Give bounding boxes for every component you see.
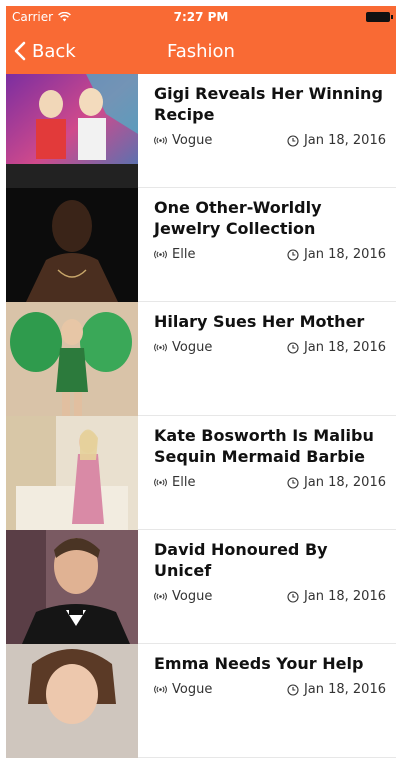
nav-bar: Back Fashion xyxy=(6,28,396,74)
article-source: Elle xyxy=(172,475,196,490)
article-row[interactable]: One Other-Worldly Jewelry Collection Ell… xyxy=(6,188,396,302)
broadcast-icon xyxy=(154,478,167,487)
battery-icon xyxy=(366,12,393,22)
article-source: Elle xyxy=(172,247,196,262)
clock-icon xyxy=(287,590,299,603)
clock-icon xyxy=(287,134,299,147)
article-list: Gigi Reveals Her Winning Recipe Vogue Ja… xyxy=(6,74,396,758)
broadcast-icon xyxy=(154,343,167,352)
app-header: Carrier 7:27 PM Back Fashion xyxy=(6,6,396,74)
article-date: Jan 18, 2016 xyxy=(303,340,386,355)
clock-icon xyxy=(287,683,299,696)
clock: 7:27 PM xyxy=(173,10,229,24)
article-thumbnail xyxy=(6,644,138,758)
article-title: Emma Needs Your Help xyxy=(154,654,364,673)
clock-icon xyxy=(287,476,299,489)
broadcast-icon xyxy=(154,136,167,145)
article-date: Jan 18, 2016 xyxy=(303,682,386,697)
article-row[interactable]: David Honoured By Unicef Vogue Jan 18, 2… xyxy=(6,530,396,644)
article-thumbnail xyxy=(6,188,138,302)
broadcast-icon xyxy=(154,685,167,694)
article-thumbnail xyxy=(6,74,138,188)
article-thumbnail xyxy=(6,416,138,530)
broadcast-icon xyxy=(154,250,167,259)
article-row[interactable]: Hilary Sues Her Mother Vogue Jan 18, 201… xyxy=(6,302,396,416)
status-bar: Carrier 7:27 PM xyxy=(6,6,396,28)
article-row[interactable]: Gigi Reveals Her Winning Recipe Vogue Ja… xyxy=(6,74,396,188)
clock-icon xyxy=(287,248,299,261)
article-date: Jan 18, 2016 xyxy=(303,133,386,148)
article-source: Vogue xyxy=(172,340,213,355)
article-title: Kate Bosworth Is Malibu Sequin Mermaid B… xyxy=(154,426,374,466)
article-source: Vogue xyxy=(172,133,213,148)
article-date: Jan 18, 2016 xyxy=(303,247,386,262)
article-row[interactable]: Emma Needs Your Help Vogue Jan 18, 2016 xyxy=(6,644,396,758)
broadcast-icon xyxy=(154,592,167,601)
article-thumbnail xyxy=(6,302,138,416)
article-title: One Other-Worldly Jewelry Collection xyxy=(154,198,322,238)
back-label: Back xyxy=(32,40,76,62)
chevron-left-icon xyxy=(14,41,26,61)
article-source: Vogue xyxy=(172,682,213,697)
article-date: Jan 18, 2016 xyxy=(303,475,386,490)
article-title: Gigi Reveals Her Winning Recipe xyxy=(154,84,383,124)
article-row[interactable]: Kate Bosworth Is Malibu Sequin Mermaid B… xyxy=(6,416,396,530)
article-thumbnail xyxy=(6,530,138,644)
article-title: David Honoured By Unicef xyxy=(154,540,328,580)
clock-icon xyxy=(287,341,299,354)
article-title: Hilary Sues Her Mother xyxy=(154,312,365,331)
article-source: Vogue xyxy=(172,589,213,604)
back-button[interactable]: Back xyxy=(6,41,76,62)
article-date: Jan 18, 2016 xyxy=(303,589,386,604)
